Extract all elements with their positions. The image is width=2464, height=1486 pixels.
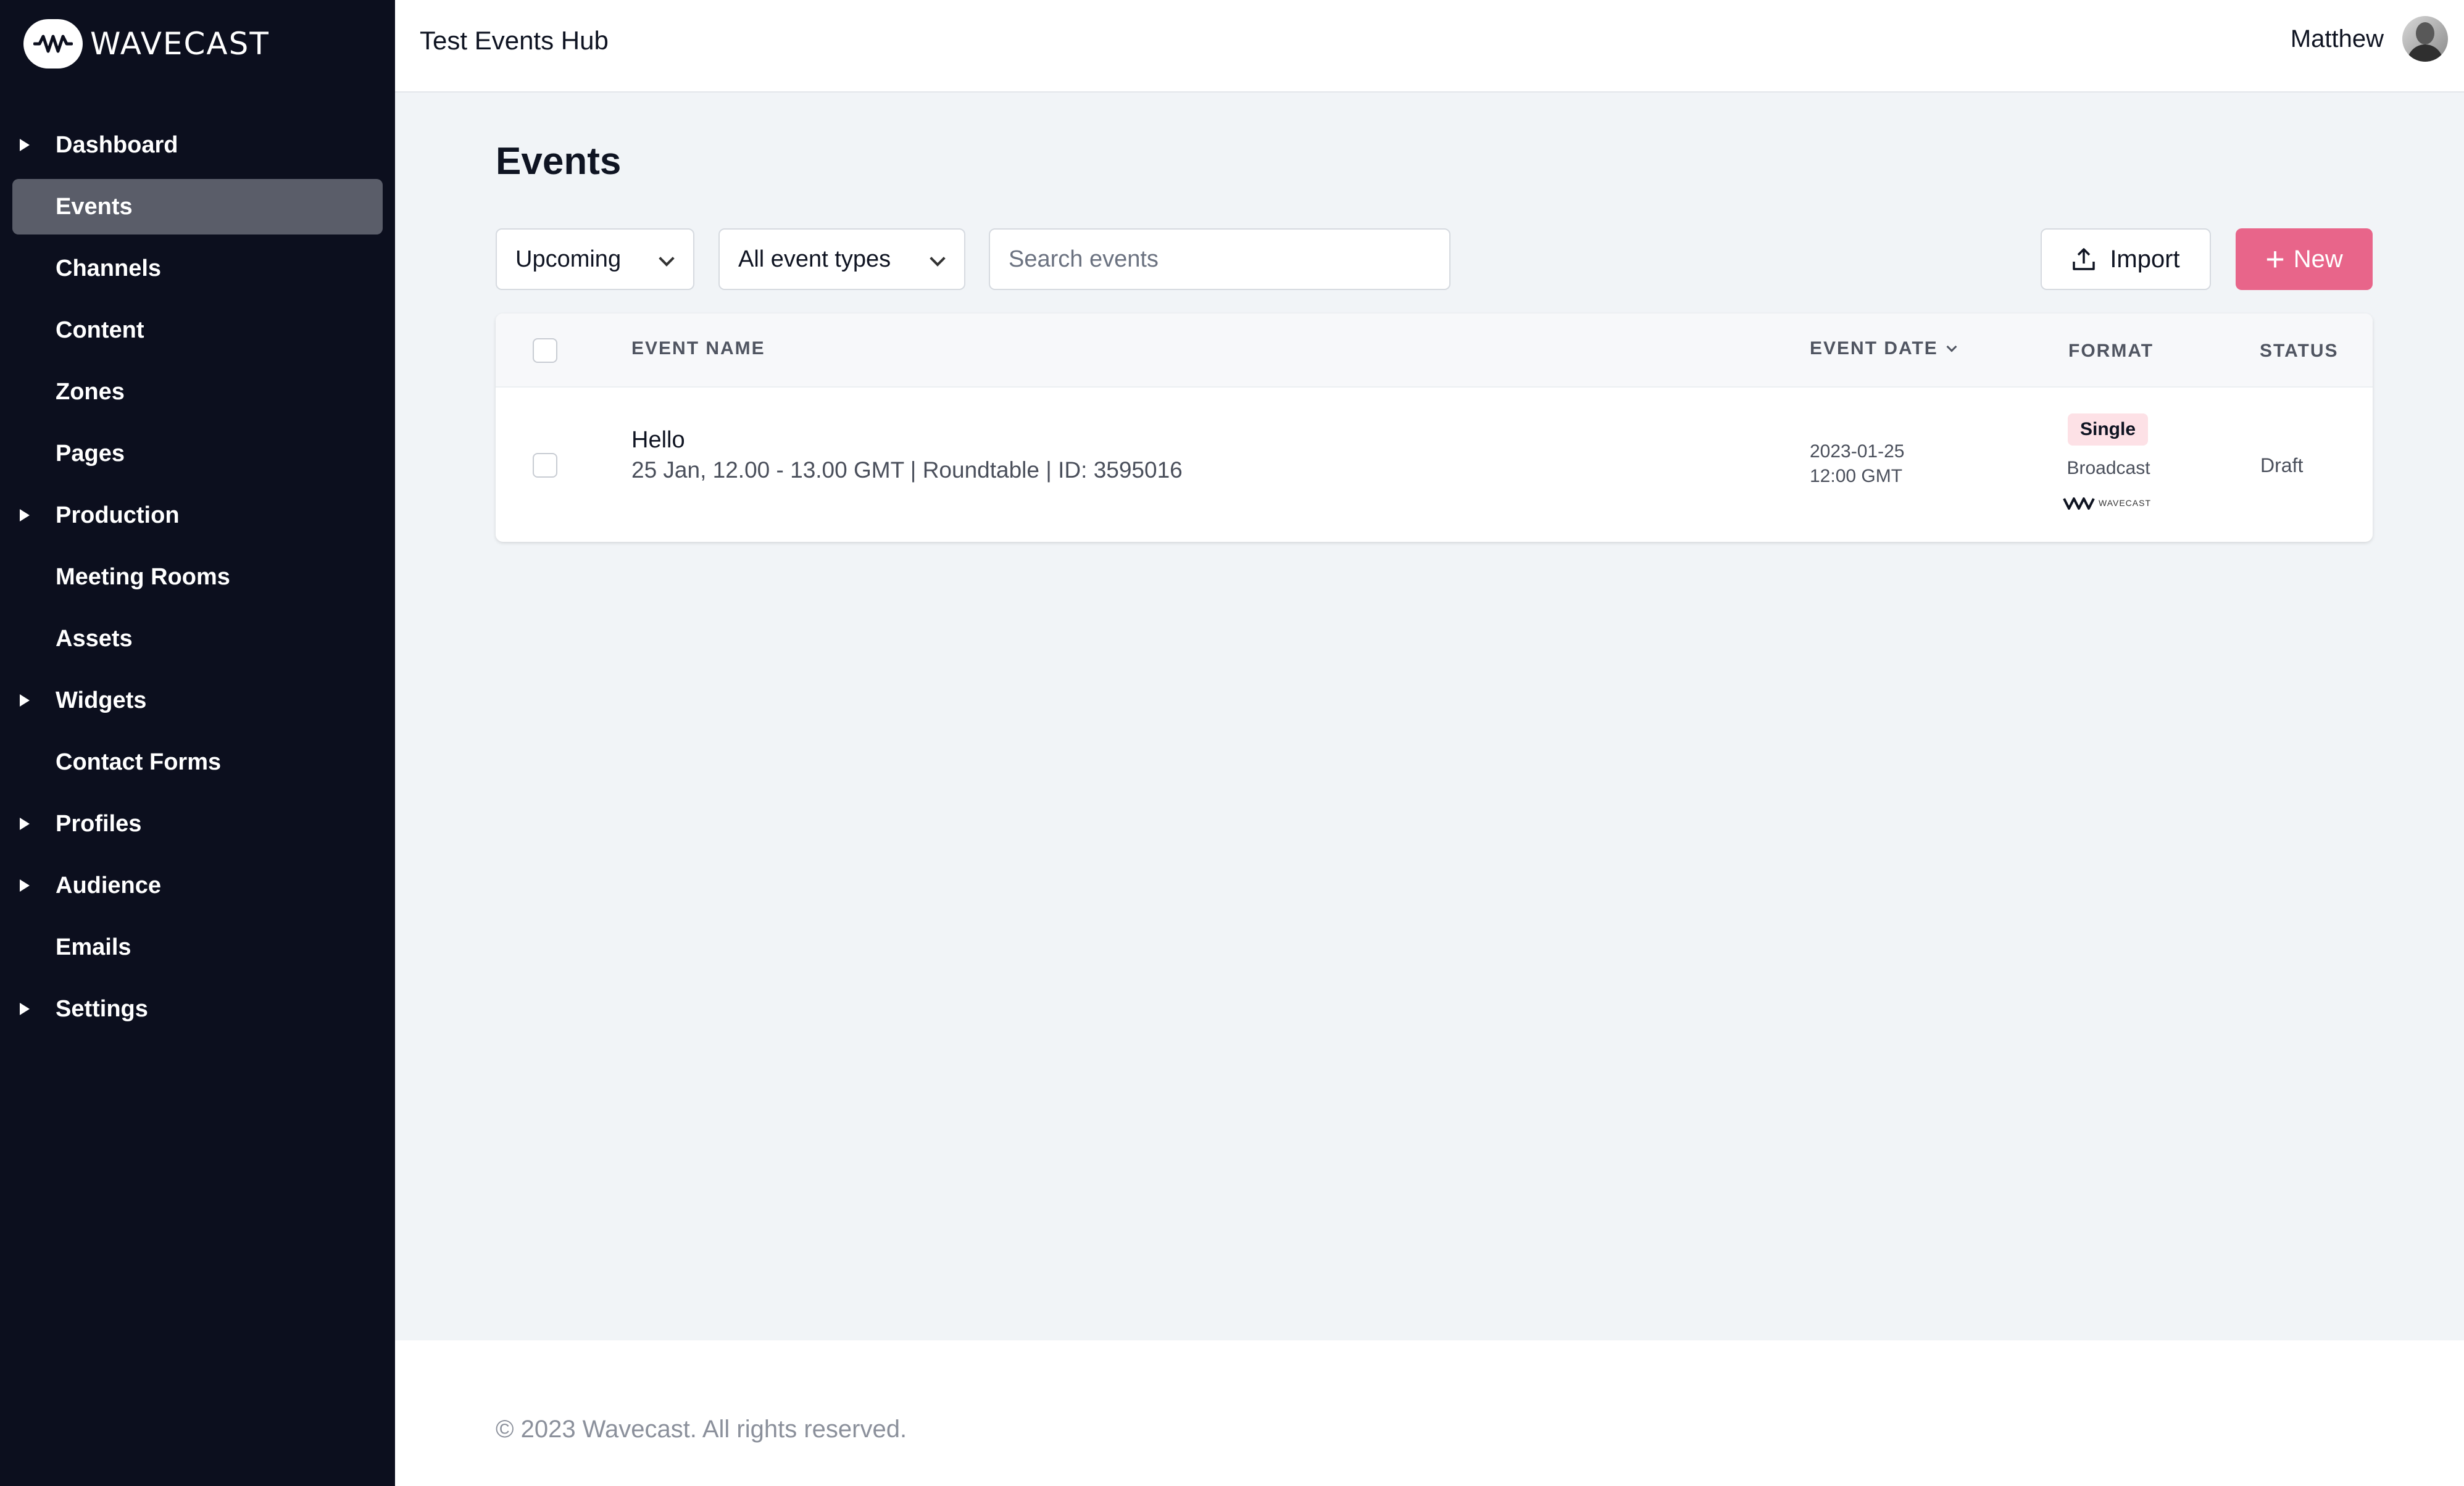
avatar-shoulders [2407,44,2443,62]
sidebar-item-label: Events [56,193,133,220]
sidebar-item-content[interactable]: Content [12,302,383,358]
sidebar-item-label: Zones [56,378,125,405]
status-badge: Draft [2260,454,2304,476]
brand-logo[interactable]: WAVECAST [23,19,270,69]
column-event-date[interactable]: EVENT DATE [1810,338,1957,359]
sidebar-item-label: Channels [56,255,162,281]
wave-icon [23,19,83,68]
search-placeholder: Search events [1009,246,1159,272]
search-input[interactable]: Search events [989,228,1451,290]
sidebar-item-label: Profiles [56,810,142,837]
event-type-value: All event types [738,246,891,272]
format-type: Broadcast [2067,458,2150,478]
format-badge: Single [2068,413,2149,446]
new-label: New [2293,245,2343,273]
caret-right-icon [20,818,30,830]
sidebar-item-settings[interactable]: Settings [12,981,383,1037]
sidebar-item-widgets[interactable]: Widgets [12,673,383,728]
sidebar-item-meeting-rooms[interactable]: Meeting Rooms [12,549,383,605]
import-button[interactable]: Import [2041,228,2211,290]
sidebar-item-label: Settings [56,995,148,1022]
event-details: 25 Jan, 12.00 - 13.00 GMT | Roundtable |… [631,457,1183,483]
caret-right-icon [20,879,30,892]
user-menu[interactable]: Matthew [2291,16,2448,62]
sidebar-item-dashboard[interactable]: Dashboard [12,117,383,173]
sidebar-item-audience[interactable]: Audience [12,858,383,913]
caret-right-icon [20,694,30,707]
footer: © 2023 Wavecast. All rights reserved. [395,1340,2464,1486]
sidebar-nav: Dashboard Events Channels Content Zones … [12,117,383,1043]
sidebar-item-label: Assets [56,625,133,652]
time-filter-select[interactable]: Upcoming [496,228,694,290]
caret-right-icon [20,1003,30,1015]
column-event-name[interactable]: EVENT NAME [631,338,765,359]
format-logo-text: WAVECAST [2099,498,2152,508]
sidebar-item-label: Emails [56,934,131,960]
sidebar-item-label: Audience [56,872,162,899]
avatar[interactable] [2402,16,2448,62]
column-event-date-label: EVENT DATE [1810,338,1938,359]
time-filter-value: Upcoming [515,246,622,272]
sidebar-item-label: Contact Forms [56,749,222,775]
event-time: 12:00 GMT [1810,466,1903,486]
sidebar-item-label: Production [56,502,180,528]
sidebar-item-production[interactable]: Production [12,488,383,543]
new-event-button[interactable]: + New [2236,228,2373,290]
sidebar-item-contact-forms[interactable]: Contact Forms [12,734,383,790]
copyright-text: © 2023 Wavecast. All rights reserved. [496,1416,907,1443]
sidebar-item-label: Dashboard [56,131,178,158]
sidebar-item-profiles[interactable]: Profiles [12,796,383,852]
import-label: Import [2110,245,2180,273]
sidebar-item-label: Content [56,317,144,343]
caret-right-icon [20,139,30,151]
avatar-head [2416,22,2434,44]
format-logo: WAVECAST [2063,494,2151,512]
event-name-cell[interactable]: Hello 25 Jan, 12.00 - 13.00 GMT | Roundt… [631,427,1183,483]
row-checkbox[interactable] [533,453,557,478]
upload-icon [2073,248,2096,270]
event-type-select[interactable]: All event types [718,228,965,290]
caret-right-icon [20,509,30,521]
column-format: FORMAT [2068,341,2154,361]
sidebar-item-channels[interactable]: Channels [12,241,383,296]
sidebar: WAVECAST Dashboard Events Channels Conte… [0,0,395,1486]
page-title: Events [496,140,622,183]
plus-icon: + [2265,241,2285,278]
sort-chevron-icon [1946,341,1957,352]
sidebar-item-label: Pages [56,440,125,467]
sidebar-item-label: Meeting Rooms [56,563,230,590]
hub-title: Test Events Hub [420,26,609,55]
sidebar-item-assets[interactable]: Assets [12,611,383,666]
sidebar-item-emails[interactable]: Emails [12,919,383,975]
top-header: Test Events Hub Matthew [395,0,2464,93]
table-header: EVENT NAME EVENT DATE FORMAT STATUS [496,313,2373,388]
brand-name: WAVECAST [90,26,270,62]
sidebar-item-events[interactable]: Events [12,179,383,235]
sidebar-item-zones[interactable]: Zones [12,364,383,420]
event-title[interactable]: Hello [631,427,1183,454]
select-all-checkbox[interactable] [533,338,557,363]
wave-icon [2063,497,2095,510]
event-date-cell: 2023-01-25 12:00 GMT [1810,439,1904,489]
chevron-down-icon [930,251,946,267]
sidebar-item-pages[interactable]: Pages [12,426,383,481]
chevron-down-icon [659,251,675,267]
column-status: STATUS [2260,341,2339,361]
sidebar-item-label: Widgets [56,687,147,713]
user-name: Matthew [2290,25,2384,52]
event-date: 2023-01-25 [1810,441,1905,462]
